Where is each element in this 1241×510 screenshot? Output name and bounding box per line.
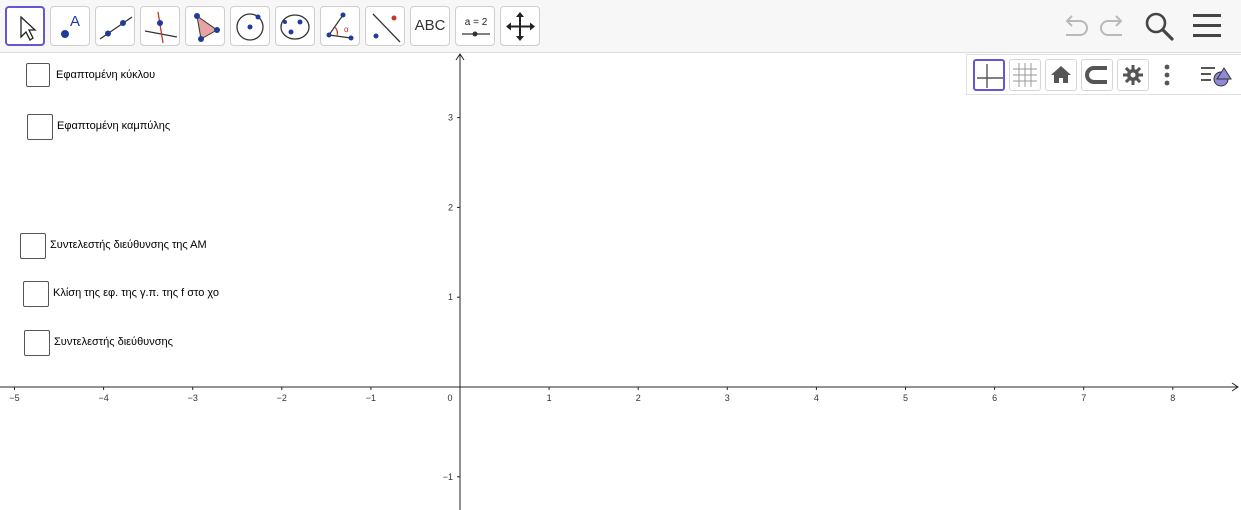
angle-icon: α	[326, 12, 354, 41]
y-tick-label: −1	[443, 472, 453, 482]
x-tick-label: 8	[1170, 393, 1175, 403]
x-tick-label: 3	[725, 393, 730, 403]
y-tick-label: 3	[448, 113, 453, 123]
graphics-view[interactable]: −5 −4 −3 −2 −1 0 1 2 3 4 5 6 7 8 3 2 1 −1	[0, 53, 1241, 510]
angle-letter: α	[344, 25, 349, 34]
point-letter: A	[70, 13, 80, 30]
perpendicular-line-icon	[144, 11, 178, 44]
perpendicular-line-tool[interactable]	[140, 6, 180, 46]
home-icon	[1051, 66, 1071, 83]
line-through-points-icon	[99, 16, 133, 40]
x-tick-label: 2	[636, 393, 641, 403]
view-toggle-icon[interactable]	[1199, 59, 1235, 91]
polygon-icon	[194, 13, 220, 42]
x-tick-label: −5	[9, 393, 19, 403]
point-icon: A	[61, 13, 80, 38]
checkbox-box[interactable]	[27, 114, 53, 140]
y-tick-label: 2	[448, 202, 453, 212]
checkbox-box[interactable]	[24, 330, 50, 356]
text-tool[interactable]: ABC	[410, 6, 450, 46]
y-tick-label: 1	[448, 292, 453, 302]
grid-icon	[1013, 63, 1037, 87]
x-tick-label: −3	[188, 393, 198, 403]
reflect-about-line-icon	[372, 13, 401, 43]
checkbox-label: Εφαπτομένη κύκλου	[56, 69, 156, 81]
axes: −5 −4 −3 −2 −1 0 1 2 3 4 5 6 7 8 3 2 1 −1	[0, 53, 1239, 510]
angle-tool[interactable]: α	[320, 6, 360, 46]
x-tick-label: −4	[98, 393, 108, 403]
checkbox-label: Συντελεστής διεύθυνσης	[54, 336, 173, 348]
slider-tool[interactable]: a = 2	[455, 6, 495, 46]
axes-toggle-button[interactable]	[973, 59, 1005, 91]
text-tool-label: ABC	[414, 17, 446, 34]
x-tick-label: 0	[447, 393, 452, 403]
x-tick-label: 7	[1081, 393, 1086, 403]
x-tick-label: −1	[366, 393, 376, 403]
x-tick-label: 4	[814, 393, 819, 403]
x-tick-label: −2	[277, 393, 287, 403]
cursor-arrow-icon	[20, 15, 37, 41]
graphics-stylebar	[966, 54, 1241, 95]
move-tool[interactable]	[5, 6, 45, 46]
standard-view-button[interactable]	[1045, 59, 1077, 91]
checkbox-label: Εφαπτομένη καμπύλης	[57, 120, 171, 132]
x-tick-label: 6	[992, 393, 997, 403]
slider-tool-label: a = 2	[465, 17, 488, 28]
move-graphics-view-icon	[506, 12, 535, 41]
checkbox-box[interactable]	[20, 233, 46, 259]
checkbox-box[interactable]	[23, 281, 49, 307]
circle-center-point-icon	[236, 13, 264, 41]
x-tick-label: 5	[903, 393, 908, 403]
polygon-tool[interactable]	[185, 6, 225, 46]
search-icon[interactable]	[1143, 10, 1177, 44]
settings-button[interactable]	[1117, 59, 1149, 91]
menu-icon[interactable]	[1191, 10, 1225, 44]
magnet-snap-icon	[1085, 66, 1107, 84]
checkbox-label: Συντελεστής διεύθυνσης της ΑΜ	[50, 239, 207, 251]
circle-tool[interactable]	[230, 6, 270, 46]
move-view-tool[interactable]	[500, 6, 540, 46]
x-tick-label: 1	[547, 393, 552, 403]
gear-icon	[1123, 65, 1143, 85]
redo-icon[interactable]	[1096, 10, 1128, 42]
reflect-tool[interactable]	[365, 6, 405, 46]
line-tool[interactable]	[95, 6, 135, 46]
checkbox-label: Κλίση της εφ. της γ.π. της f στο χο	[53, 287, 219, 299]
more-vertical-icon[interactable]	[1157, 59, 1177, 91]
axes-icon	[977, 64, 1003, 88]
point-capturing-button[interactable]	[1081, 59, 1113, 91]
undo-icon[interactable]	[1060, 10, 1092, 42]
slider-icon: a = 2	[462, 17, 490, 37]
conic-five-points-icon	[280, 14, 310, 40]
toolbar: A α ABC a = 2	[0, 0, 1241, 53]
point-tool[interactable]: A	[50, 6, 90, 46]
ellipse-tool[interactable]	[275, 6, 315, 46]
grid-toggle-button[interactable]	[1009, 59, 1041, 91]
checkbox-box[interactable]	[26, 63, 50, 87]
